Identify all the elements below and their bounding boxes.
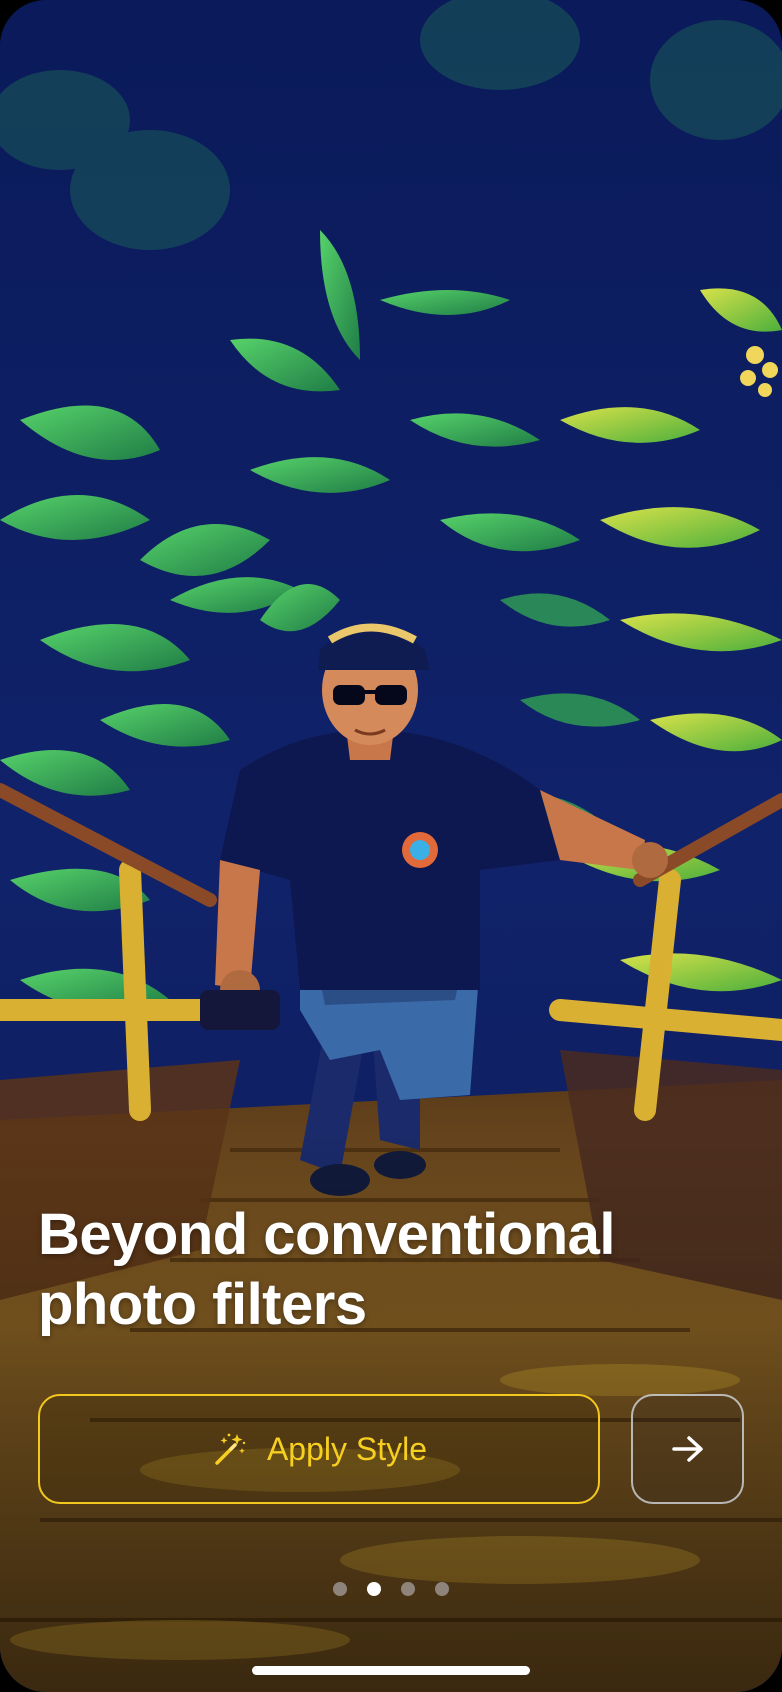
page-dot-4[interactable] (435, 1582, 449, 1596)
page-indicator (0, 1582, 782, 1596)
apply-style-button[interactable]: Apply Style (38, 1394, 600, 1504)
apply-style-label: Apply Style (266, 1430, 428, 1467)
page-dot-2-active[interactable] (367, 1582, 381, 1596)
headline-line-2: photo filters (38, 1272, 367, 1337)
home-indicator[interactable] (252, 1666, 530, 1675)
headline-line-1: Beyond conventional (38, 1202, 616, 1267)
page-dot-3[interactable] (401, 1582, 415, 1596)
next-button[interactable] (631, 1394, 744, 1504)
onboarding-headline: Beyond conventional photo filters (38, 1200, 738, 1340)
onboarding-screen: Beyond conventional photo filters Apply … (0, 0, 782, 1692)
magic-wand-icon (215, 1433, 246, 1465)
page-dot-1[interactable] (333, 1582, 347, 1596)
arrow-right-icon (671, 1436, 703, 1462)
